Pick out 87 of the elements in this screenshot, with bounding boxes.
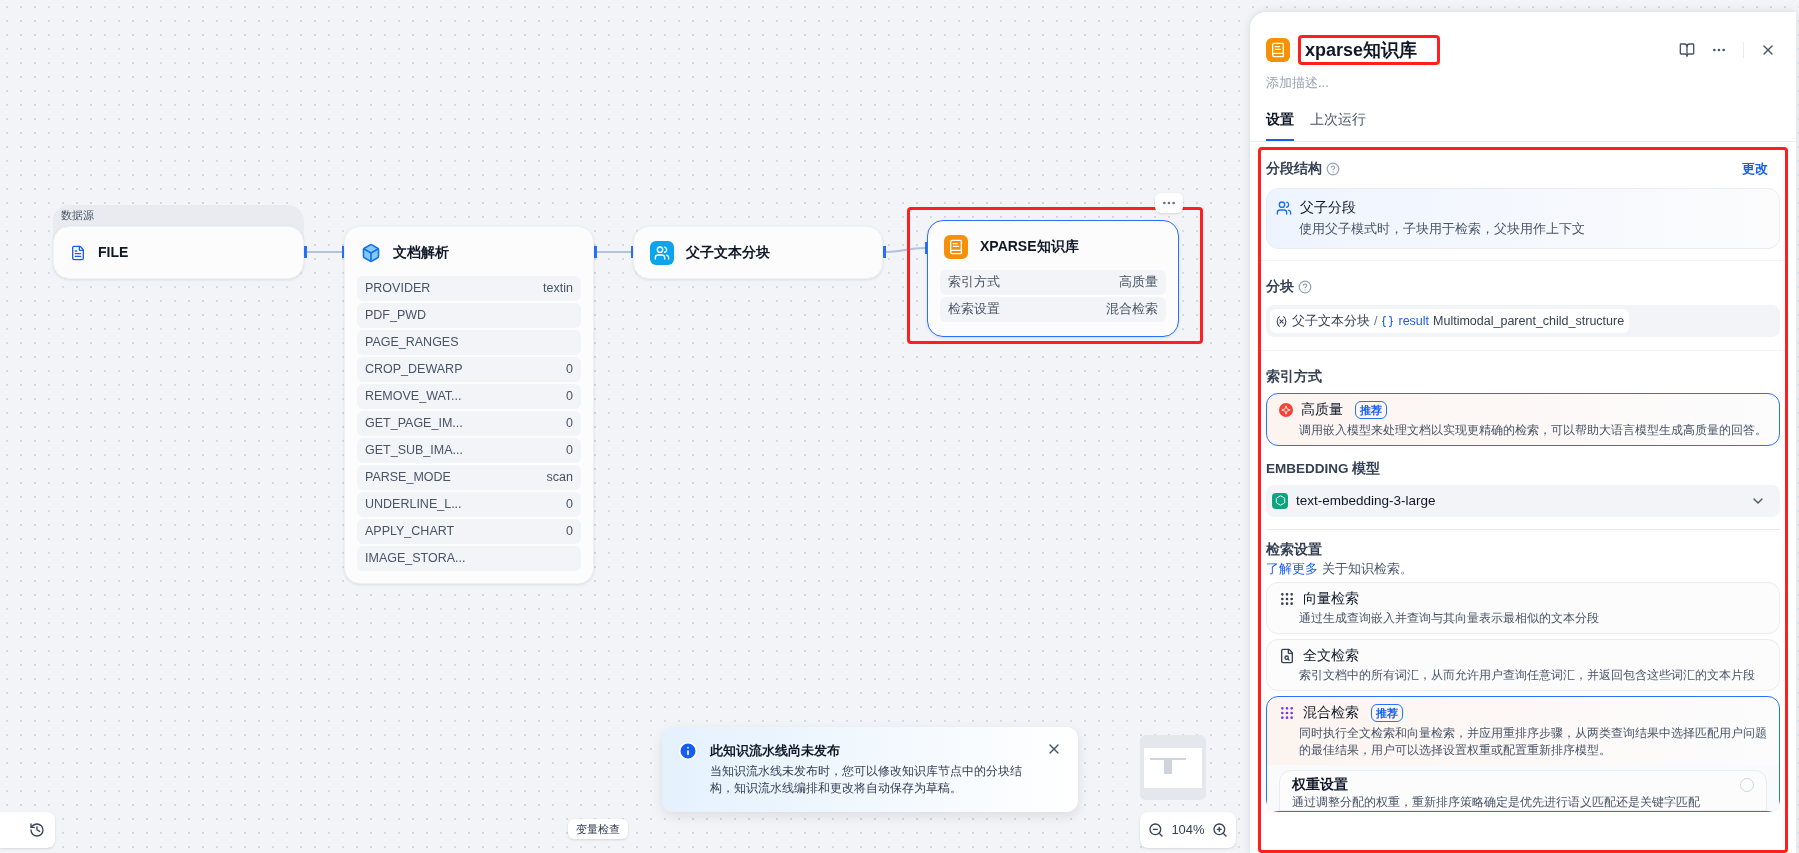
node-title: XPARSE知识库 — [980, 237, 1079, 256]
node-title: 父子文本分块 — [686, 243, 770, 262]
option-description: 索引文档中的所有词汇，从而允许用户查询任意词汇，并返回包含这些词汇的文本片段 — [1298, 668, 1756, 684]
section-label: 分块 — [1266, 277, 1294, 296]
node-title: FILE — [98, 243, 129, 262]
zoom-in-icon[interactable] — [1212, 822, 1228, 838]
workflow-node[interactable]: 父子文本分块 — [633, 226, 883, 279]
connector-line — [596, 251, 632, 253]
option-title: 权重设置 — [1292, 775, 1348, 794]
option-title: 父子分段 — [1300, 199, 1356, 217]
group-label: 数据源 — [60, 208, 95, 224]
document-search-icon — [1279, 648, 1295, 665]
grid-icon — [1279, 590, 1295, 607]
connector-line — [884, 247, 926, 253]
recommend-badge: 推荐 — [1355, 401, 1387, 420]
param-row: PAGE_RANGES — [357, 330, 581, 355]
toast-message: 当知识流水线未发布时，您可以修改知识库节点中的分块结构，知识流水线编排和更改将自动保存为草稿。 — [710, 762, 1023, 797]
section-label: EMBEDDING 模型 — [1266, 459, 1382, 478]
people-icon — [1276, 200, 1292, 217]
param-row: PARSE_MODE scan — [357, 465, 581, 490]
param-row: APPLY_CHART 0 — [357, 519, 581, 544]
param-row: PROVIDER textin — [357, 276, 581, 301]
option-description: 调用嵌入模型来处理文档以实现更精确的检索，可以帮助大语言模型生成高质量的回答。 — [1298, 422, 1768, 438]
section-label: 分段结构 — [1266, 159, 1322, 178]
option-card[interactable]: 向量检索 通过生成查询嵌入并查询与其向量表示最相似的文本分段 — [1266, 581, 1780, 634]
option-description: 通过调整分配的权重，重新排序策略确定是优先进行语义匹配还是关键字匹配 — [1292, 794, 1701, 810]
option-description: 通过生成查询嵌入并查询与其向量表示最相似的文本分段 — [1298, 611, 1600, 626]
param-row: CROP_DEWARP 0 — [357, 357, 581, 382]
toast-title: 此知识流水线尚未发布 — [710, 742, 841, 760]
param-row: REMOVE_WAT... 0 — [357, 384, 581, 409]
description-field[interactable]: 添加描述... — [1266, 72, 1780, 92]
variable-icon — [1381, 314, 1395, 328]
param-row: GET_SUB_IMA... 0 — [357, 438, 581, 463]
recommend-badge: 推荐 — [1371, 704, 1403, 723]
option-card[interactable]: 全文检索 索引文档中的所有词汇，从而允许用户查询任意词汇，并返回包含这些词汇的文本片段 — [1266, 639, 1780, 692]
model-icon — [1272, 492, 1288, 509]
param-row: GET_PAGE_IM... 0 — [357, 411, 581, 436]
panel-tab[interactable]: 上次运行 — [1310, 109, 1366, 141]
file-icon — [70, 244, 86, 261]
section-label: 检索设置 — [1266, 540, 1323, 559]
connector-line — [305, 251, 343, 253]
star-badge-icon — [1279, 403, 1293, 418]
change-link[interactable]: 更改 — [1742, 159, 1768, 179]
variable-icon — [1275, 314, 1288, 328]
learn-more-link[interactable]: 了解更多 — [1266, 560, 1318, 579]
panel-tab[interactable]: 设置 — [1266, 109, 1294, 141]
option-title: 向量检索 — [1303, 589, 1359, 608]
separator: / — [1374, 312, 1378, 330]
book-icon — [944, 234, 968, 259]
param-row: 索引方式 高质量 — [940, 270, 1166, 295]
param-row: PDF_PWD — [357, 303, 581, 328]
grid-icon — [1279, 705, 1295, 722]
sub-option-card[interactable]: 权重设置 通过调整分配的权重，重新排序策略确定是优先进行语义匹配还是关键字匹配 — [1279, 769, 1767, 811]
panel-title[interactable]: xparse知识库 — [1298, 34, 1441, 65]
workflow-node[interactable]: 文档解析 PROVIDER textin PDF_PWD PAGE_RANGES CROP_DEWARP 0 REMOVE_WAT... 0 GET_PAGE_IM... 0 GET_SUB_IMA... 0 PARSE_MODE scan UNDERLINE_L... 0 APPLY_CHART 0 IMAGE_STORA... — [344, 226, 594, 584]
help-icon[interactable] — [1298, 280, 1312, 294]
node-name-label: 父子文本分块 — [1292, 312, 1370, 330]
people-icon — [650, 240, 674, 265]
param-row: IMAGE_STORA... — [357, 546, 581, 571]
variable-inspect-button[interactable]: 变量检查 — [568, 819, 628, 839]
option-title: 高质量 — [1301, 401, 1343, 420]
more-button[interactable] — [1155, 193, 1183, 213]
param-row: 检索设置 混合检索 — [940, 297, 1166, 322]
option-description: 使用父子模式时，子块用于检索，父块用作上下文 — [1298, 221, 1586, 239]
zoom-level[interactable]: 104% — [1171, 820, 1205, 840]
workflow-node[interactable]: XPARSE知识库 索引方式 高质量 检索设置 混合检索 — [927, 220, 1179, 337]
node-title: 文档解析 — [393, 243, 449, 262]
history-icon[interactable] — [29, 822, 45, 838]
zoom-out-icon[interactable] — [1148, 822, 1164, 838]
model-select[interactable]: text-embedding-3-large — [1266, 484, 1780, 517]
param-row: UNDERLINE_L... 0 — [357, 492, 581, 517]
option-card[interactable]: 高质量 推荐 调用嵌入模型来处理文档以实现更精确的检索，可以帮助大语言模型生成高质量的回答。 — [1266, 393, 1780, 446]
cube-icon — [361, 242, 381, 263]
book-open-icon[interactable] — [1679, 41, 1695, 58]
option-card[interactable]: 混合检索 推荐 同时执行全文检索和向量检索，并应用重排序步骤，从两类查询结果中选择匹配用户问题的最佳结果，用户可以选择设置权重或配置重新排序模型。 权重设置 通过调整分配的权重，重新排序策略确定是优先进行语义匹配还是关键字匹配 — [1266, 696, 1780, 812]
option-title: 混合检索 — [1303, 704, 1359, 723]
help-icon[interactable] — [1326, 162, 1340, 176]
option-title: 全文检索 — [1303, 647, 1359, 665]
variable-field[interactable]: 父子文本分块 / result Multimodal_parent_child_structure — [1266, 305, 1780, 337]
help-text: 关于知识检索。 — [1322, 561, 1413, 578]
variable-value: Multimodal_parent_child_structure — [1433, 312, 1625, 330]
option-description: 同时执行全文检索和向量检索，并应用重排序步骤，从两类查询结果中选择匹配用户问题的最佳结果，用户可以选择设置权重或配置重新排序模型。 — [1298, 725, 1768, 758]
section-label: 索引方式 — [1266, 368, 1323, 386]
book-icon — [1266, 37, 1290, 62]
variable-name: result — [1398, 312, 1430, 330]
workflow-node[interactable]: FILE — [53, 226, 304, 279]
info-icon — [678, 741, 698, 761]
